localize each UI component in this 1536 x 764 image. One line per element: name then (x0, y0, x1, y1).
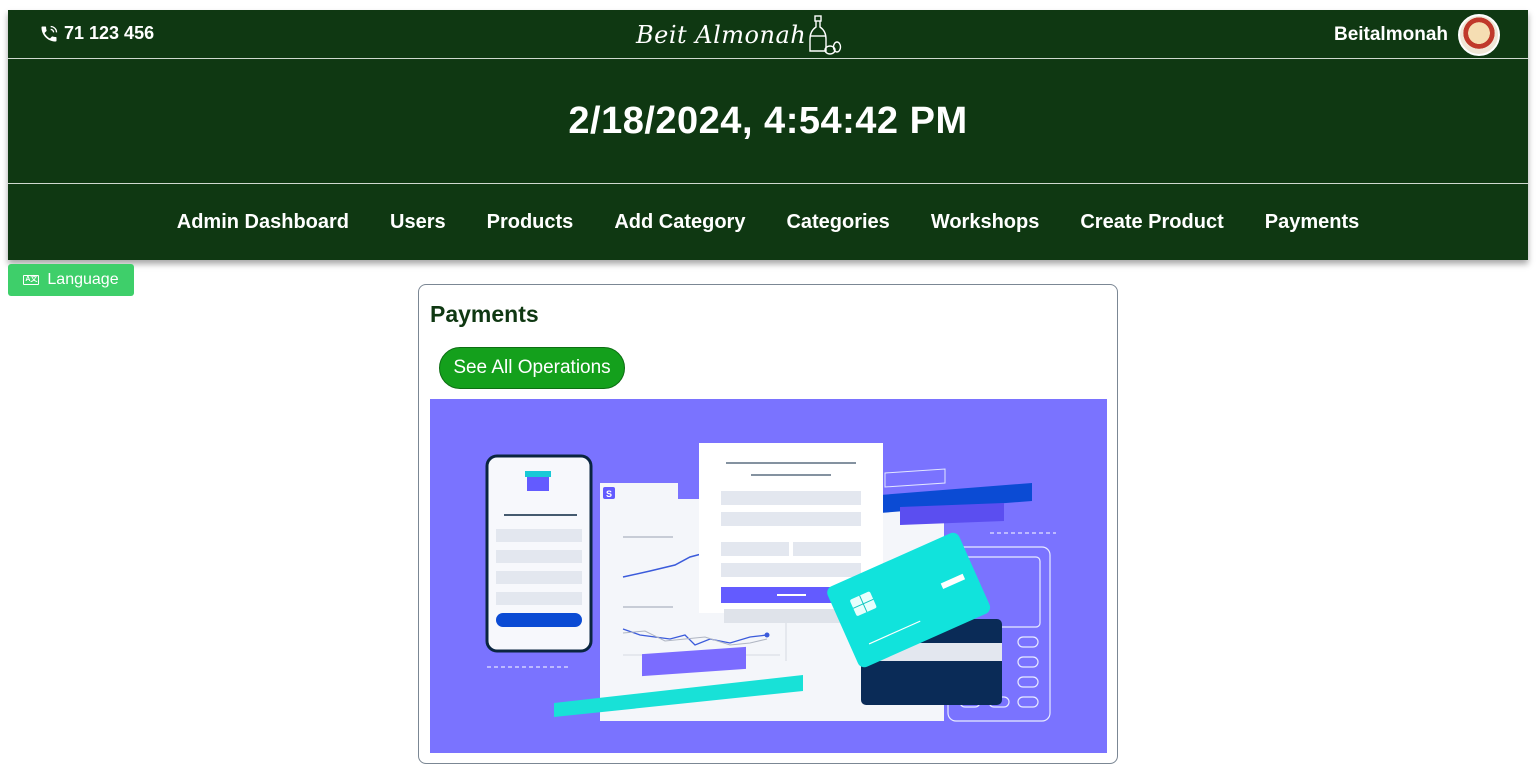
nav-workshops[interactable]: Workshops (931, 211, 1040, 234)
oil-bottle-icon (809, 15, 842, 55)
avatar (1458, 14, 1500, 56)
clock-row: 2/18/2024, 4:54:42 PM (8, 60, 1528, 184)
language-button[interactable]: A文 Language (8, 264, 134, 296)
header-top-row: 71 123 456 Beit Almonah Beitalmonah (8, 10, 1528, 59)
site-logo[interactable]: Beit Almonah (636, 14, 850, 56)
nav-create-product[interactable]: Create Product (1080, 211, 1223, 234)
nav-payments[interactable]: Payments (1265, 211, 1360, 234)
phone-number: 71 123 456 (64, 23, 155, 43)
phone-contact[interactable]: 71 123 456 (38, 23, 154, 44)
top-header: 71 123 456 Beit Almonah Beitalmonah 2/18… (8, 10, 1528, 260)
nav-users[interactable]: Users (390, 211, 446, 234)
current-datetime: 2/18/2024, 4:54:42 PM (568, 100, 968, 142)
phone-mockup (485, 454, 593, 653)
payment-illustration: S (430, 399, 1107, 753)
svg-text:S: S (606, 489, 612, 499)
logo-text: Beit Almonah (636, 21, 807, 49)
username: Beitalmonah (1333, 24, 1448, 45)
user-profile[interactable]: Beitalmonah (1334, 14, 1500, 56)
payments-card: Payments See All Operations S (418, 284, 1118, 764)
nav-add-category[interactable]: Add Category (614, 211, 745, 234)
card-title: Payments (430, 301, 539, 327)
nav-categories[interactable]: Categories (786, 211, 889, 234)
nav-admin-dashboard[interactable]: Admin Dashboard (177, 211, 349, 234)
nav-products[interactable]: Products (487, 211, 574, 234)
main-nav: Admin Dashboard Users Products Add Categ… (8, 185, 1528, 260)
language-label: Language (47, 271, 119, 288)
see-all-operations-button[interactable]: See All Operations (439, 347, 625, 389)
translate-icon: A文 (23, 275, 40, 285)
phone-icon (41, 25, 58, 41)
